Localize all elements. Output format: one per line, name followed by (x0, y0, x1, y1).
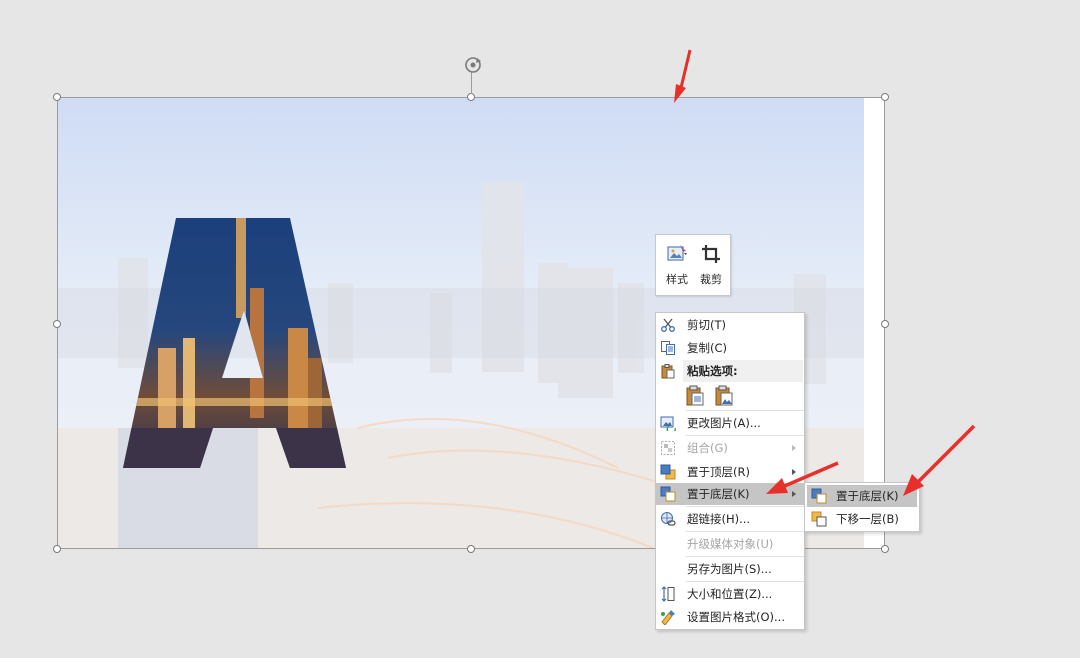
scissors-icon (661, 318, 675, 332)
resize-handle-left[interactable] (53, 320, 61, 328)
menu-label: 设置图片格式(O)... (687, 610, 785, 624)
menu-separator (686, 581, 804, 582)
menu-item-bring-to-front[interactable]: 置于顶层(R) (656, 461, 804, 483)
menu-label: 粘贴选项: (687, 364, 738, 378)
submenu-item-send-to-back[interactable]: 置于底层(K) (807, 485, 917, 507)
menu-label: 超链接(H)... (687, 512, 751, 526)
menu-label: 置于底层(K) (836, 489, 899, 503)
resize-handle-bottom-right[interactable] (881, 545, 889, 553)
menu-label: 组合(G) (687, 441, 728, 455)
menu-item-cut[interactable]: 剪切(T) (656, 314, 804, 336)
crop-button[interactable]: 裁剪 (694, 239, 728, 293)
menu-label: 复制(C) (687, 341, 728, 355)
menu-item-copy[interactable]: 复制(C) (656, 337, 804, 359)
menu-label: 下移一层(B) (836, 512, 899, 526)
group-icon (661, 441, 675, 455)
paste-as-picture-icon[interactable] (714, 385, 734, 407)
context-menu: 剪切(T) 复制(C) 粘贴选项: 更改图片(A)... 组合(G) 置于顶层(… (655, 312, 805, 630)
send-to-back-submenu: 置于底层(K) 下移一层(B) (804, 482, 920, 532)
size-position-icon (661, 586, 675, 602)
change-picture-icon (660, 416, 676, 431)
submenu-arrow-icon (792, 469, 796, 475)
resize-handle-top-right[interactable] (881, 93, 889, 101)
resize-handle-bottom[interactable] (467, 545, 475, 553)
paste-icon (661, 364, 675, 379)
menu-label: 另存为图片(S)... (687, 562, 772, 576)
menu-label: 置于顶层(R) (687, 465, 750, 479)
menu-label: 大小和位置(Z)... (687, 587, 773, 601)
menu-item-send-to-back[interactable]: 置于底层(K) (656, 483, 804, 505)
bring-to-front-icon (660, 464, 676, 480)
menu-label: 剪切(T) (687, 318, 726, 332)
submenu-arrow-icon (792, 445, 796, 451)
submenu-item-send-backward[interactable]: 下移一层(B) (807, 508, 917, 530)
menu-label: 升级媒体对象(U) (687, 537, 774, 551)
menu-item-change-picture[interactable]: 更改图片(A)... (656, 412, 804, 434)
menu-paste-options-header: 粘贴选项: (656, 360, 804, 382)
style-label: 样式 (666, 273, 688, 286)
format-picture-icon (661, 610, 675, 625)
menu-item-upgrade-media[interactable]: 升级媒体对象(U) (656, 533, 804, 555)
resize-handle-bottom-left[interactable] (53, 545, 61, 553)
rotate-handle-stem (471, 72, 472, 94)
submenu-arrow-icon (792, 491, 796, 497)
mini-toolbar: 样式 裁剪 (655, 234, 731, 296)
menu-separator (686, 506, 804, 507)
menu-separator (686, 435, 804, 436)
send-to-back-icon (811, 488, 827, 504)
menu-item-hyperlink[interactable]: 超链接(H)... (656, 508, 804, 530)
resize-handle-top-left[interactable] (53, 93, 61, 101)
menu-separator (686, 556, 804, 557)
paste-keep-source-icon[interactable] (685, 385, 705, 407)
menu-item-format-picture[interactable]: 设置图片格式(O)... (656, 606, 804, 628)
style-button[interactable]: 样式 (660, 239, 694, 293)
menu-item-size-position[interactable]: 大小和位置(Z)... (656, 583, 804, 605)
send-backward-icon (811, 511, 827, 527)
resize-handle-right[interactable] (881, 320, 889, 328)
picture-style-icon (667, 245, 687, 261)
crop-icon (702, 245, 720, 263)
menu-label: 更改图片(A)... (687, 416, 761, 430)
hyperlink-icon (661, 512, 676, 526)
annotation-arrow-top (674, 49, 692, 103)
copy-icon (661, 341, 675, 355)
rotate-icon[interactable] (463, 55, 483, 75)
menu-separator (686, 531, 804, 532)
menu-label: 置于底层(K) (687, 487, 750, 501)
menu-item-save-as-picture[interactable]: 另存为图片(S)... (656, 558, 804, 580)
menu-separator (686, 410, 804, 411)
send-to-back-icon (660, 486, 676, 502)
menu-item-group[interactable]: 组合(G) (656, 437, 804, 459)
crop-label: 裁剪 (700, 273, 722, 286)
resize-handle-top[interactable] (467, 93, 475, 101)
